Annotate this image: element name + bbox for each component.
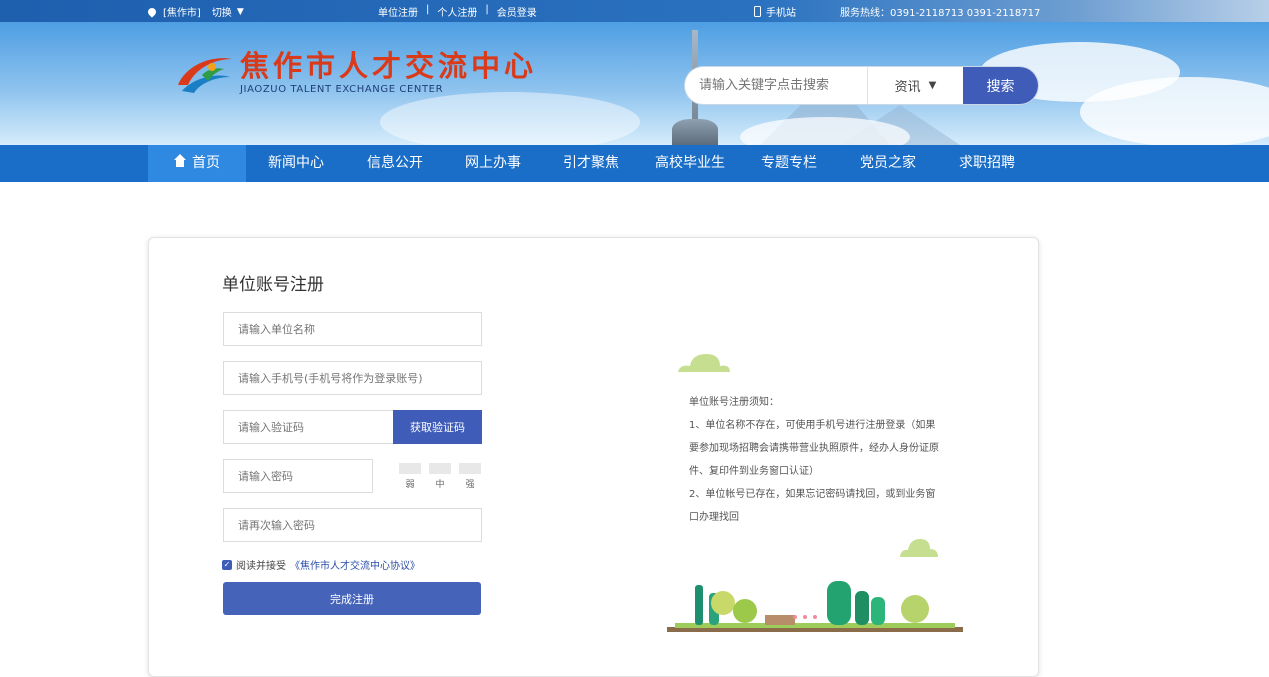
logo-subtitle: JIAOZUO TALENT EXCHANGE CENTER: [240, 83, 444, 95]
personal-register-link[interactable]: 个人注册: [437, 4, 477, 19]
notice-line-1: 1、单位名称不存在，可使用手机号进行注册登录（如果要参加现场招聘会请携带营业执照…: [689, 420, 939, 477]
top-bar: [焦作市] 切换 ▼ 单位注册 | 个人注册 | 会员登录 手机站 服务热线：0…: [0, 0, 1269, 22]
search-button[interactable]: 搜索: [963, 67, 1038, 104]
nav-item-online-service[interactable]: 网上办事: [444, 145, 542, 182]
submit-register-button[interactable]: 完成注册: [223, 582, 481, 615]
logo-emblem-icon: [172, 47, 236, 97]
search-category-select[interactable]: 资讯 ▼: [867, 67, 963, 104]
location-pin-icon: [146, 5, 158, 18]
plants-illustration-icon: [667, 581, 963, 632]
search-bar: 资讯 ▼ 搜索: [685, 67, 1038, 104]
nav-item-talent-focus[interactable]: 引才聚焦: [542, 145, 640, 182]
nav-item-graduates[interactable]: 高校毕业生: [640, 145, 740, 182]
caret-down-icon: ▼: [928, 80, 937, 91]
home-icon: [174, 154, 186, 168]
main-nav: 首页 新闻中心 信息公开 网上办事 引才聚焦 高校毕业生 专题专栏 党员之家 求…: [0, 145, 1269, 182]
site-logo[interactable]: 焦作市人才交流中心 JIAOZUO TALENT EXCHANGE CENTER: [172, 47, 537, 97]
nav-item-news[interactable]: 新闻中心: [246, 145, 346, 182]
service-hotline: 服务热线：0391-2118713 0391-2118717: [840, 8, 1041, 19]
mobile-site-label: 手机站: [766, 8, 796, 19]
agree-text: 阅读并接受: [236, 561, 286, 572]
notice-title: 单位账号注册须知：: [689, 397, 779, 408]
city-selector[interactable]: [焦作市] 切换 ▼: [146, 4, 244, 19]
member-login-link[interactable]: 会员登录: [497, 4, 537, 19]
tower-base-decoration: [672, 119, 718, 145]
confirm-password-input[interactable]: [223, 508, 482, 542]
top-links: 单位注册 | 个人注册 | 会员登录: [378, 4, 537, 19]
unit-register-link[interactable]: 单位注册: [378, 4, 418, 19]
strength-bar: [459, 463, 481, 474]
city-switch[interactable]: 切换: [212, 4, 232, 19]
agree-checkbox[interactable]: ✓: [222, 559, 232, 570]
strength-label: 弱: [405, 480, 415, 490]
agreement-link[interactable]: 《焦作市人才交流中心协议》: [290, 557, 420, 572]
cloud-decoration-icon: [900, 539, 938, 557]
strength-medium: 中: [429, 463, 451, 490]
notice-line-2: 2、单位帐号已存在，如果忘记密码请找回，或到业务窗口办理找回: [689, 489, 936, 523]
mobile-phone-icon: [754, 6, 761, 17]
strength-bar: [399, 463, 421, 474]
phone-input[interactable]: [223, 361, 482, 395]
logo-title: 焦作市人才交流中心: [240, 48, 538, 83]
agreement-row: ✓ 阅读并接受 《焦作市人才交流中心协议》: [222, 557, 420, 572]
search-category-label: 资讯: [894, 80, 921, 95]
mobile-site-link[interactable]: 手机站: [754, 4, 796, 19]
form-title: 单位账号注册: [222, 275, 324, 295]
strength-weak: 弱: [399, 463, 421, 490]
nav-item-topics[interactable]: 专题专栏: [740, 145, 838, 182]
cloud-decoration-icon: [678, 354, 730, 372]
link-separator: |: [485, 4, 489, 15]
strength-label: 强: [465, 480, 475, 490]
nav-item-home[interactable]: 首页: [148, 145, 246, 182]
city-name: [焦作市]: [163, 8, 201, 19]
password-input[interactable]: [223, 459, 373, 493]
search-input[interactable]: [685, 67, 867, 104]
nav-item-info[interactable]: 信息公开: [346, 145, 444, 182]
header-banner: 焦作市人才交流中心 JIAOZUO TALENT EXCHANGE CENTER…: [0, 22, 1269, 145]
nav-item-label: 首页: [192, 155, 220, 171]
cloud-decoration: [380, 92, 640, 145]
registration-notice: 单位账号注册须知： 1、单位名称不存在，可使用手机号进行注册登录（如果要参加现场…: [689, 391, 944, 529]
nav-item-party[interactable]: 党员之家: [838, 145, 938, 182]
verification-code-input[interactable]: [223, 410, 394, 444]
get-code-button[interactable]: 获取验证码: [393, 410, 482, 444]
unit-name-input[interactable]: [223, 312, 482, 346]
nav-item-jobs[interactable]: 求职招聘: [938, 145, 1036, 182]
caret-down-icon: ▼: [236, 6, 244, 17]
strength-strong: 强: [459, 463, 481, 490]
strength-label: 中: [435, 480, 445, 490]
strength-bar: [429, 463, 451, 474]
link-separator: |: [426, 4, 430, 15]
